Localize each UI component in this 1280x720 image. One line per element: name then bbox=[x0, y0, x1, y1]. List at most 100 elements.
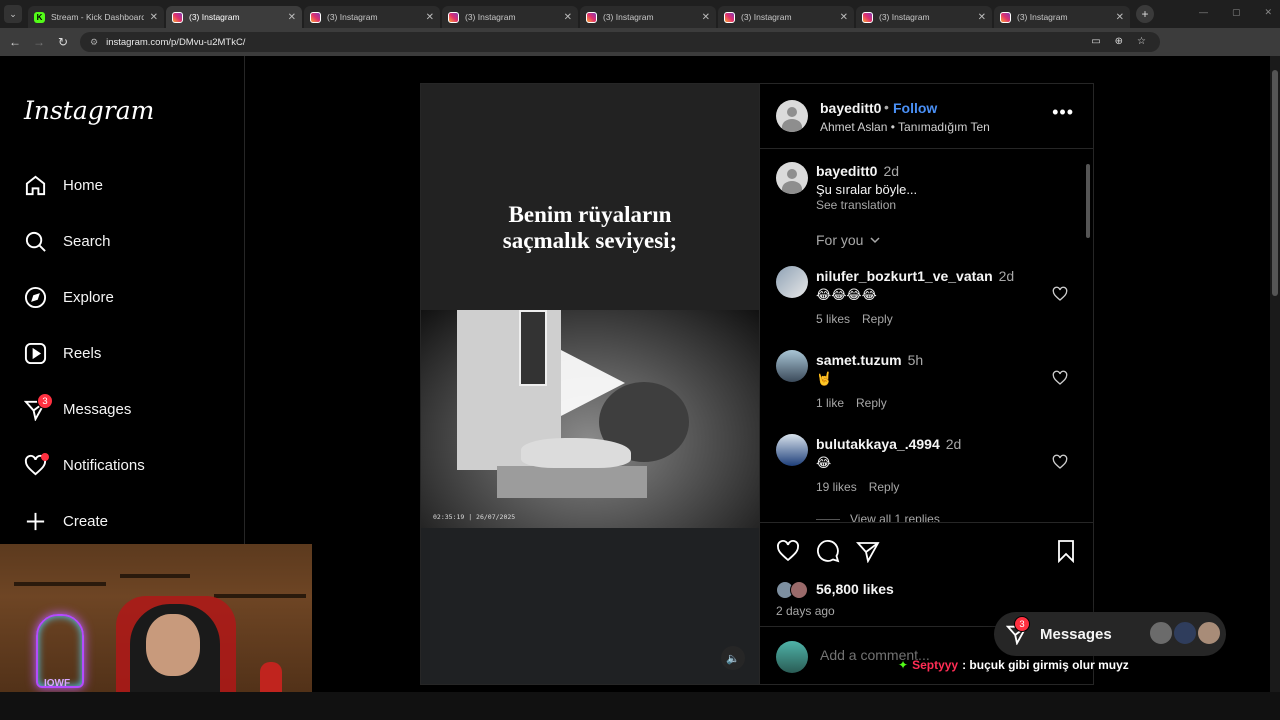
scrollbar-thumb[interactable] bbox=[1272, 70, 1278, 296]
close-icon[interactable]: ✕ bbox=[1116, 12, 1124, 23]
chat-badge-icon: ✦ bbox=[898, 658, 909, 672]
sidebar-item-label: Search bbox=[63, 233, 111, 250]
comment-like-heart-icon[interactable] bbox=[1052, 454, 1068, 470]
tab-instagram[interactable]: (3) Instagram ✕ bbox=[994, 6, 1130, 28]
audio-track[interactable]: Ahmet Aslan • Tanımadığım Ten bbox=[820, 120, 990, 134]
sidebar-item-search[interactable]: Search bbox=[24, 230, 111, 253]
comment-time[interactable]: 5h bbox=[908, 352, 924, 368]
avatar[interactable] bbox=[776, 434, 808, 466]
comment-icon[interactable] bbox=[816, 539, 840, 563]
tab-instagram-active[interactable]: (3) Instagram ✕ bbox=[166, 6, 302, 28]
messages-pill[interactable]: 3 Messages bbox=[994, 612, 1226, 656]
instagram-icon bbox=[586, 11, 597, 23]
more-options-icon[interactable]: ••• bbox=[1052, 102, 1074, 123]
close-icon[interactable]: ✕ bbox=[288, 12, 296, 23]
minimize-icon[interactable]: — bbox=[1199, 7, 1208, 18]
close-icon[interactable]: ✕ bbox=[702, 12, 710, 23]
close-icon[interactable]: ✕ bbox=[978, 12, 986, 23]
tab-instagram[interactable]: (3) Instagram ✕ bbox=[856, 6, 992, 28]
post-video[interactable]: Benim rüyaların saçmalık seviyesi; 02:35… bbox=[421, 84, 759, 684]
sidebar-item-create[interactable]: Create bbox=[24, 510, 108, 533]
back-icon[interactable]: ← bbox=[3, 35, 27, 49]
view-replies-button[interactable]: View all 1 replies bbox=[816, 512, 940, 522]
avatar[interactable] bbox=[776, 100, 808, 132]
comment-username[interactable]: nilufer_bozkurt1_ve_vatan bbox=[816, 268, 993, 284]
liker-avatar[interactable] bbox=[790, 581, 808, 599]
tab-search-button[interactable]: ⌄ bbox=[4, 5, 22, 23]
likes-count[interactable]: 56,800 likes bbox=[816, 581, 894, 597]
like-heart-icon[interactable] bbox=[776, 539, 800, 563]
play-icon[interactable] bbox=[561, 350, 625, 416]
cast-icon[interactable]: ▭ bbox=[1091, 36, 1100, 47]
sidebar-item-home[interactable]: Home bbox=[24, 174, 103, 197]
close-window-icon[interactable]: ✕ bbox=[1264, 7, 1272, 18]
comment-username[interactable]: bulutakkaya_.4994 bbox=[816, 436, 940, 452]
follow-button[interactable]: Follow bbox=[893, 100, 937, 116]
video-text-area: Benim rüyaların saçmalık seviyesi; bbox=[421, 84, 759, 310]
sidebar-item-reels[interactable]: Reels bbox=[24, 342, 101, 365]
comment-likes[interactable]: 19 likes bbox=[816, 480, 857, 494]
avatar[interactable] bbox=[776, 350, 808, 382]
page-scrollbar[interactable] bbox=[1270, 56, 1280, 692]
post-header: bayeditt0 • Follow Ahmet Aslan • Tanımad… bbox=[760, 84, 1094, 149]
search-icon bbox=[25, 231, 46, 252]
post-date[interactable]: 2 days ago bbox=[776, 604, 835, 618]
current-user-avatar[interactable] bbox=[776, 641, 808, 673]
sidebar-item-label: Messages bbox=[63, 401, 132, 418]
shelf bbox=[120, 574, 190, 578]
reload-icon[interactable]: ↻ bbox=[51, 35, 75, 49]
reels-icon bbox=[24, 342, 47, 365]
instagram-icon bbox=[172, 11, 183, 23]
tab-instagram[interactable]: (3) Instagram ✕ bbox=[580, 6, 716, 28]
tab-label: (3) Instagram bbox=[189, 12, 240, 22]
close-icon[interactable]: ✕ bbox=[840, 12, 848, 23]
volume-icon[interactable]: 🔈 bbox=[721, 646, 745, 670]
bookmark-star-icon[interactable]: ☆ bbox=[1137, 36, 1146, 47]
sidebar-item-label: Reels bbox=[63, 345, 102, 362]
comment-username[interactable]: bayeditt0 bbox=[816, 163, 877, 179]
notification-dot bbox=[41, 453, 49, 461]
avatar bbox=[1172, 620, 1198, 646]
see-translation-link[interactable]: See translation bbox=[816, 198, 896, 212]
new-tab-button[interactable]: + bbox=[1136, 5, 1154, 23]
comment-username[interactable]: samet.tuzum bbox=[816, 352, 902, 368]
site-info-icon[interactable]: ⚙ bbox=[90, 37, 98, 48]
share-icon[interactable] bbox=[856, 539, 880, 563]
comments-scrollbar[interactable] bbox=[1086, 164, 1090, 238]
sidebar-item-explore[interactable]: Explore bbox=[24, 286, 114, 309]
post-author-username[interactable]: bayeditt0 bbox=[820, 100, 881, 116]
close-icon[interactable]: ✕ bbox=[426, 12, 434, 23]
tab-kick[interactable]: K Stream - Kick Dashboard ✕ bbox=[28, 6, 164, 28]
save-bookmark-icon[interactable] bbox=[1054, 539, 1078, 563]
comment-like-heart-icon[interactable] bbox=[1052, 370, 1068, 386]
reply-button[interactable]: Reply bbox=[869, 480, 900, 494]
chevron-down-icon bbox=[870, 237, 880, 244]
avatar[interactable] bbox=[776, 266, 808, 298]
sort-dropdown[interactable]: For you bbox=[816, 232, 881, 248]
comment-like-heart-icon[interactable] bbox=[1052, 286, 1068, 302]
comment-time[interactable]: 2d bbox=[946, 436, 962, 452]
tab-instagram[interactable]: (3) Instagram ✕ bbox=[304, 6, 440, 28]
maximize-icon[interactable]: ▢ bbox=[1232, 7, 1241, 18]
sidebar-item-notifications[interactable]: Notifications bbox=[24, 453, 145, 477]
tab-instagram[interactable]: (3) Instagram ✕ bbox=[442, 6, 578, 28]
instagram-logo[interactable]: Instagram bbox=[24, 96, 154, 125]
comment-likes[interactable]: 5 likes bbox=[816, 312, 850, 326]
comment-time[interactable]: 2d bbox=[999, 268, 1015, 284]
comment-likes[interactable]: 1 like bbox=[816, 396, 844, 410]
stream-chat-message: ✦ Septyyy : buçuk gibi girmiş olur muyz bbox=[898, 658, 1129, 672]
tab-instagram[interactable]: (3) Instagram ✕ bbox=[718, 6, 854, 28]
address-bar[interactable]: ⚙ instagram.com/p/DMvu-u2MTkC/ ▭ ⊕ ☆ bbox=[80, 32, 1160, 52]
bottom-bar bbox=[0, 692, 1280, 720]
reply-button[interactable]: Reply bbox=[862, 312, 893, 326]
zoom-icon[interactable]: ⊕ bbox=[1115, 36, 1123, 47]
avatar[interactable] bbox=[776, 162, 808, 194]
tab-label: (3) Instagram bbox=[465, 12, 516, 22]
comment-time[interactable]: 2d bbox=[883, 163, 899, 179]
close-icon[interactable]: ✕ bbox=[564, 12, 572, 23]
close-icon[interactable]: ✕ bbox=[150, 12, 158, 23]
messages-pill-label: Messages bbox=[1040, 626, 1112, 643]
sidebar-item-messages[interactable]: 3 Messages bbox=[23, 393, 132, 422]
forward-icon[interactable]: → bbox=[27, 35, 51, 49]
reply-button[interactable]: Reply bbox=[856, 396, 887, 410]
